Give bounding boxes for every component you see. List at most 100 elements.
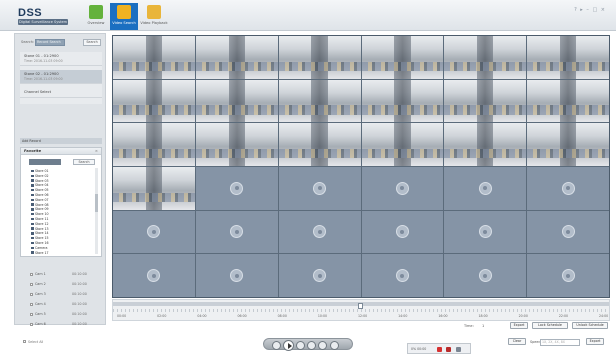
video-feed-cell[interactable] bbox=[278, 79, 361, 123]
empty-video-cell[interactable] bbox=[527, 167, 609, 210]
tab-overview[interactable]: Overview bbox=[82, 3, 110, 30]
stop-button[interactable] bbox=[272, 340, 281, 350]
checkbox[interactable] bbox=[30, 272, 33, 276]
bottom-controls: Time: 1 Export Lock Schedule Unlock Sche… bbox=[112, 322, 610, 338]
checkbox[interactable] bbox=[30, 282, 33, 286]
channel-time: 00:10:00 bbox=[72, 282, 87, 286]
empty-video-cell[interactable] bbox=[361, 167, 444, 210]
camera-icon bbox=[31, 236, 34, 240]
empty-video-cell[interactable] bbox=[444, 167, 527, 210]
speed-row: Clear Speed: 1X, 2X, 4X, 8X Export bbox=[508, 338, 608, 348]
timeline-tick-label: 10:00 bbox=[317, 314, 328, 318]
favorite-search-button[interactable]: Search bbox=[73, 159, 95, 165]
empty-video-cell[interactable] bbox=[113, 210, 195, 254]
empty-video-cell[interactable] bbox=[527, 210, 609, 254]
list-item[interactable]: Stone 01 - 01:2900 Time: 2016-11-03 09:0… bbox=[20, 52, 102, 66]
camera-icon bbox=[31, 193, 34, 197]
checkbox[interactable] bbox=[30, 322, 33, 326]
lock-schedule-button[interactable]: Lock Schedule bbox=[532, 322, 568, 329]
unlock-schedule-button[interactable]: Unlock Schedule bbox=[572, 322, 608, 329]
checkbox[interactable] bbox=[30, 302, 33, 306]
sound-button[interactable] bbox=[330, 340, 339, 350]
checkbox[interactable] bbox=[30, 292, 33, 296]
empty-video-cell[interactable] bbox=[195, 254, 278, 297]
step-forward-button[interactable] bbox=[307, 340, 316, 350]
channel-row[interactable]: Cam 6 00:10:00 bbox=[30, 322, 102, 328]
channel-row[interactable]: Cam 5 00:10:00 bbox=[30, 312, 102, 318]
select-all-checkbox[interactable]: Select All bbox=[23, 340, 43, 344]
close-icon[interactable]: × bbox=[95, 148, 98, 155]
list-item[interactable]: Channel Select bbox=[20, 88, 102, 98]
alarm-text: 0% 00:00 bbox=[411, 347, 427, 351]
empty-video-cell[interactable] bbox=[278, 254, 361, 297]
fast-forward-button[interactable] bbox=[318, 340, 327, 350]
channel-row[interactable]: Cam 3 00:10:00 bbox=[30, 292, 102, 298]
camera-placeholder-icon bbox=[561, 269, 575, 283]
tab-video-playback[interactable]: Video Playback bbox=[140, 3, 168, 30]
video-feed-cell[interactable] bbox=[361, 79, 444, 123]
export-button[interactable]: Export bbox=[510, 322, 528, 329]
video-feed-cell[interactable] bbox=[113, 123, 195, 166]
snapshot-icon[interactable] bbox=[456, 347, 461, 352]
video-feed-cell[interactable] bbox=[113, 79, 195, 123]
video-search-icon bbox=[117, 5, 131, 19]
clear-button[interactable]: Clear bbox=[508, 338, 526, 345]
favorite-search-input[interactable] bbox=[29, 159, 61, 165]
video-feed-cell[interactable] bbox=[278, 36, 361, 79]
tab-overview-label: Overview bbox=[87, 21, 105, 25]
tree-item-label: Store 06 bbox=[35, 192, 49, 197]
empty-video-cell[interactable] bbox=[361, 210, 444, 254]
list-item[interactable]: Stone 02 - 01:2900 Time: 2016-11-03 09:0… bbox=[20, 70, 102, 84]
window-controls[interactable]: ? ▸ – □ × bbox=[574, 7, 606, 13]
empty-video-cell[interactable] bbox=[195, 167, 278, 210]
video-feed-cell[interactable] bbox=[113, 36, 195, 79]
empty-video-cell[interactable] bbox=[278, 167, 361, 210]
channel-time: 00:10:00 bbox=[72, 272, 87, 276]
empty-video-cell[interactable] bbox=[113, 254, 195, 297]
video-feed-cell[interactable] bbox=[444, 123, 527, 166]
speed-input[interactable]: 1X, 2X, 4X, 8X bbox=[540, 339, 580, 346]
empty-video-cell[interactable] bbox=[361, 254, 444, 297]
empty-video-cell[interactable] bbox=[444, 210, 527, 254]
video-feed-cell[interactable] bbox=[195, 123, 278, 166]
camera-placeholder-icon bbox=[230, 181, 244, 195]
search-input[interactable]: Record Search bbox=[35, 39, 65, 46]
scrollbar-thumb[interactable] bbox=[95, 194, 98, 212]
tree-item[interactable]: Store 17 bbox=[31, 251, 93, 255]
video-feed-cell[interactable] bbox=[195, 79, 278, 123]
video-feed-cell[interactable] bbox=[361, 123, 444, 166]
video-feed-cell[interactable] bbox=[278, 123, 361, 166]
channel-row[interactable]: Cam 4 00:10:00 bbox=[30, 302, 102, 308]
empty-video-cell[interactable] bbox=[444, 254, 527, 297]
checkbox[interactable] bbox=[30, 312, 33, 316]
export-go-button[interactable]: Export bbox=[586, 338, 604, 345]
video-feed-cell[interactable] bbox=[195, 36, 278, 79]
video-feed-cell[interactable] bbox=[527, 123, 609, 166]
channel-row[interactable]: Cam 2 00:10:00 bbox=[30, 282, 102, 288]
tree-item-label: Store 15 bbox=[35, 236, 49, 241]
tree-item-label: Store 03 bbox=[35, 178, 49, 183]
record-icon[interactable] bbox=[437, 347, 442, 352]
time-value[interactable]: 1 bbox=[482, 324, 484, 328]
record-detail: Time: 2016-11-03 09:00 bbox=[24, 77, 63, 81]
empty-video-cell[interactable] bbox=[278, 210, 361, 254]
channel-row[interactable]: Cam 1 00:10:00 bbox=[30, 272, 102, 278]
video-feed-cell[interactable] bbox=[527, 36, 609, 79]
tree-scrollbar[interactable] bbox=[95, 168, 98, 254]
video-feed-cell[interactable] bbox=[113, 167, 195, 210]
channel-time: 00:10:00 bbox=[72, 302, 87, 306]
timeline[interactable]: 00:00 02:00 04:00 06:00 08:00 10:00 12:00 14:00… bbox=[112, 299, 610, 321]
timeline-slider[interactable] bbox=[113, 302, 609, 309]
search-button[interactable]: Search bbox=[83, 39, 101, 46]
empty-video-cell[interactable] bbox=[527, 254, 609, 297]
video-feed-cell[interactable] bbox=[444, 79, 527, 123]
play-button[interactable] bbox=[283, 339, 294, 351]
channel-time: 00:10:00 bbox=[72, 322, 87, 326]
video-feed-cell[interactable] bbox=[444, 36, 527, 79]
empty-video-cell[interactable] bbox=[195, 210, 278, 254]
tab-video-search[interactable]: Video Search bbox=[110, 3, 138, 30]
alarm-icon[interactable] bbox=[446, 347, 451, 352]
video-feed-cell[interactable] bbox=[527, 79, 609, 123]
pause-button[interactable] bbox=[296, 340, 305, 350]
video-feed-cell[interactable] bbox=[361, 36, 444, 79]
